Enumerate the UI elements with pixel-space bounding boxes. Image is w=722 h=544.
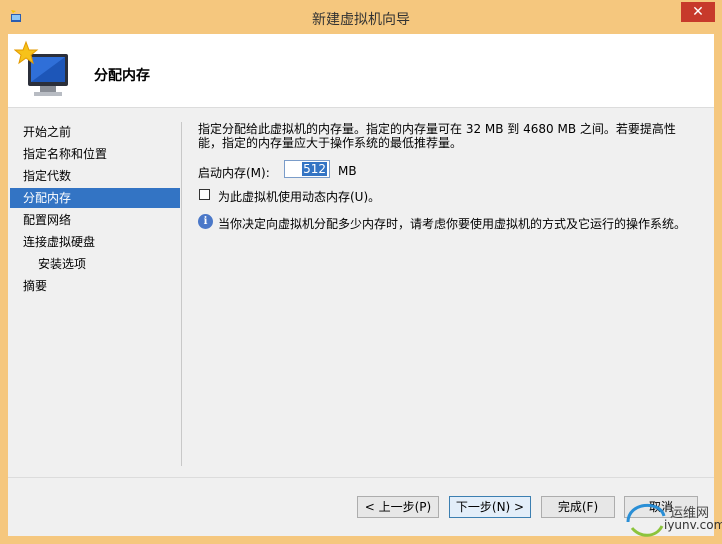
step-configure-network[interactable]: 配置网络 <box>10 210 180 230</box>
startup-memory-value: 512 <box>302 162 327 176</box>
window-title: 新建虚拟机向导 <box>312 12 410 28</box>
wizard-step-list: 开始之前 指定名称和位置 指定代数 分配内存 配置网络 连接虚拟硬盘 安装选项 … <box>8 108 180 468</box>
step-connect-vhd[interactable]: 连接虚拟硬盘 <box>10 232 180 252</box>
memory-info-text: 当你决定向虚拟机分配多少内存时，请考虑你要使用虚拟机的方式及它运行的操作系统。 <box>218 217 687 231</box>
footer-divider <box>8 477 714 478</box>
step-assign-memory[interactable]: 分配内存 <box>10 188 180 208</box>
watermark-logo-icon <box>626 503 666 537</box>
info-icon: i <box>198 214 213 229</box>
title-bar[interactable]: 新建虚拟机向导 ✕ <box>0 0 722 34</box>
step-install-options[interactable]: 安装选项 <box>10 254 180 274</box>
dynamic-memory-label[interactable]: 为此虚拟机使用动态内存(U)。 <box>218 188 380 205</box>
startup-memory-label: 启动内存(M): <box>198 166 270 180</box>
previous-button[interactable]: < 上一步(P) <box>357 496 439 518</box>
memory-unit-label: MB <box>338 164 357 178</box>
next-button[interactable]: 下一步(N) > <box>449 496 531 518</box>
new-vm-monitor-icon <box>14 40 68 96</box>
startup-memory-input[interactable]: 512 <box>284 160 330 178</box>
step-generation[interactable]: 指定代数 <box>10 166 180 186</box>
wizard-window: 新建虚拟机向导 ✕ 分配内存 开始之前 指定名称和位置 指定代数 分配内存 配置… <box>0 0 722 544</box>
step-name-location[interactable]: 指定名称和位置 <box>10 144 180 164</box>
page-title: 分配内存 <box>94 68 150 84</box>
wizard-client-area: 分配内存 开始之前 指定名称和位置 指定代数 分配内存 配置网络 连接虚拟硬盘 … <box>8 34 714 536</box>
nav-divider <box>181 122 182 466</box>
dynamic-memory-checkbox[interactable] <box>199 189 210 200</box>
close-button[interactable]: ✕ <box>681 2 715 22</box>
step-before-you-begin[interactable]: 开始之前 <box>10 122 180 142</box>
wizard-header: 分配内存 <box>8 34 714 108</box>
finish-button[interactable]: 完成(F) <box>541 496 615 518</box>
site-watermark: 运维网 iyunv.com <box>612 488 722 544</box>
memory-description: 指定分配给此虚拟机的内存量。指定的内存量可在 32 MB 到 4680 MB 之… <box>198 122 676 150</box>
step-summary[interactable]: 摘要 <box>10 276 180 296</box>
memory-settings-panel: 指定分配给此虚拟机的内存量。指定的内存量可在 32 MB 到 4680 MB 之… <box>198 122 698 231</box>
watermark-text: iyunv.com <box>664 518 722 532</box>
